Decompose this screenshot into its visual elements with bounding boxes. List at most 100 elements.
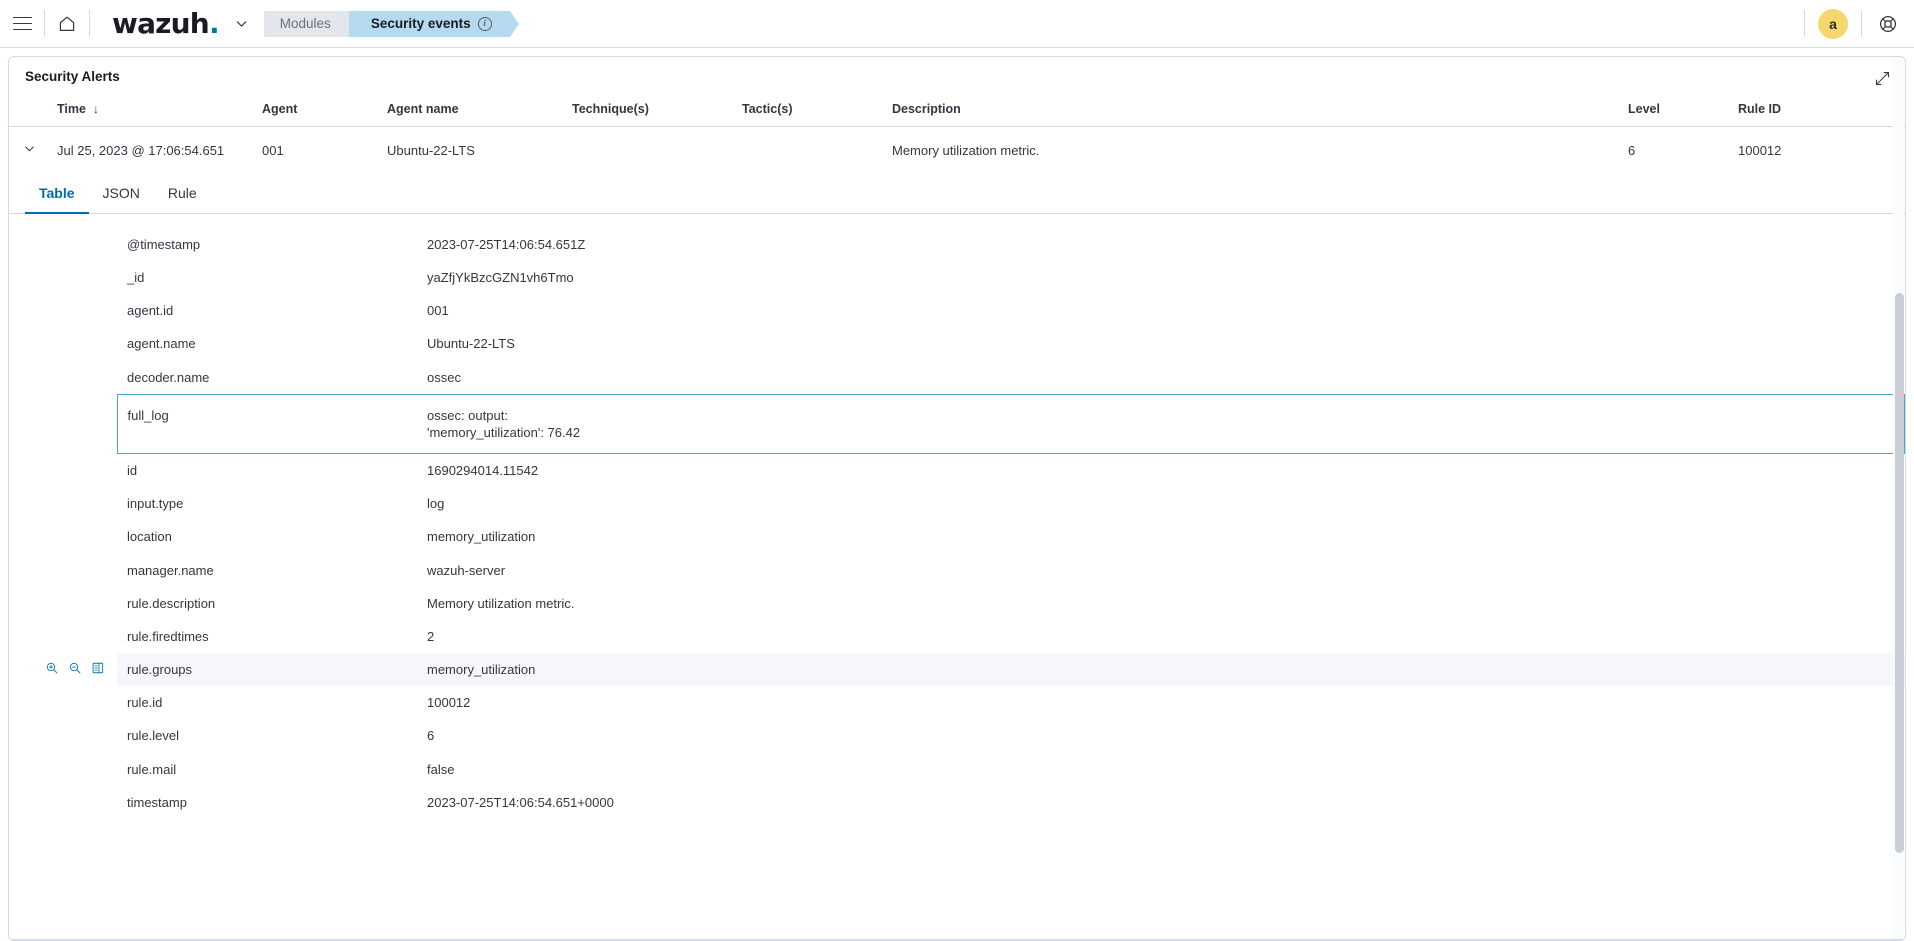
field-row-actions <box>9 719 117 752</box>
field-row[interactable]: rule.description Memory utilization metri… <box>9 587 1905 620</box>
field-row[interactable]: rule.level 6 <box>9 719 1905 752</box>
field-row[interactable]: full_log ossec: output: 'memory_utilizati… <box>9 393 1905 455</box>
field-value-text: yaZfjYkBzcGZN1vh6Tmo <box>427 270 574 286</box>
brand-text: wazuh <box>112 6 210 40</box>
filter-out-value-icon[interactable] <box>68 661 82 675</box>
field-row[interactable]: id 1690294014.11542 <box>9 454 1905 488</box>
cell-agent: 001 <box>262 142 284 158</box>
filter-for-value-icon[interactable] <box>45 661 59 675</box>
table-row[interactable]: Jul 25, 2023 @ 17:06:54.651 001 Ubuntu-2… <box>9 127 1905 174</box>
tab-json[interactable]: JSON <box>89 175 154 214</box>
column-header-rule-id[interactable]: Rule ID <box>1730 94 1905 127</box>
field-row-actions <box>9 261 117 294</box>
column-header-expand <box>9 94 49 127</box>
field-value: log <box>417 487 1905 520</box>
field-value-text: memory_utilization <box>427 529 536 545</box>
cell-tactics <box>734 127 884 174</box>
field-row[interactable]: input.type log <box>9 487 1905 520</box>
field-name: _id <box>127 270 145 286</box>
alerts-table-head: Time ↓ Agent Agent name Technique(s) Tact… <box>9 94 1905 127</box>
breadcrumb-item-modules[interactable]: Modules <box>263 10 358 37</box>
top-navigation-bar: wazuh. Modules Security events i a <box>0 0 1914 48</box>
field-value-text: 1690294014.11542 <box>427 463 539 479</box>
field-value: 2023-07-25T14:06:54.651Z <box>417 228 1905 261</box>
wazuh-logo[interactable]: wazuh. <box>112 6 220 40</box>
breadcrumb-item-security-events[interactable]: Security events i <box>348 10 519 37</box>
tab-table[interactable]: Table <box>25 175 89 214</box>
hamburger-icon <box>12 16 32 31</box>
field-row[interactable]: rule.mail false <box>9 753 1905 786</box>
breadcrumb: Modules Security events i <box>263 0 519 47</box>
expand-panel-button[interactable] <box>1871 67 1893 89</box>
cell-agent-name: Ubuntu-22-LTS <box>387 142 475 158</box>
tab-label: Rule <box>167 185 197 201</box>
column-header-description[interactable]: Description <box>884 94 1620 127</box>
row-expand-toggle[interactable] <box>9 127 49 174</box>
column-header-agent-name[interactable]: Agent name <box>379 94 564 127</box>
home-icon <box>59 16 75 31</box>
tab-label: Table <box>39 185 75 201</box>
user-menu-button[interactable]: a <box>1805 0 1861 47</box>
chevron-down-icon[interactable] <box>233 15 250 32</box>
tab-label: JSON <box>102 185 140 201</box>
column-label: Time <box>57 102 86 116</box>
cell-level: 6 <box>1628 142 1636 158</box>
field-value: 1690294014.11542 <box>417 454 1905 488</box>
field-value: wazuh-server <box>417 554 1905 587</box>
field-name: manager.name <box>127 562 214 578</box>
column-header-agent[interactable]: Agent <box>254 94 379 127</box>
field-name: full_log <box>116 393 417 455</box>
toggle-column-icon[interactable] <box>91 661 105 675</box>
breadcrumb-label: Modules <box>279 16 331 31</box>
field-row-actions <box>9 653 117 686</box>
field-value-text: 2 <box>427 628 435 644</box>
field-row[interactable]: location memory_utilization <box>9 520 1905 553</box>
field-name: rule.id <box>127 695 163 711</box>
field-name: agent.name <box>127 336 196 352</box>
field-name: rule.mail <box>127 761 177 777</box>
field-value-text: 001 <box>427 303 449 319</box>
field-value: Ubuntu-22-LTS <box>417 327 1905 360</box>
detail-tabs: Table JSON Rule <box>9 175 1905 214</box>
cell-rule-id-link[interactable]: 100012 <box>1730 127 1905 174</box>
field-row[interactable]: rule.groups memory_utilization <box>9 653 1905 687</box>
field-row[interactable]: @timestamp 2023-07-25T14:06:54.651Z <box>9 228 1905 261</box>
column-label: Description <box>892 102 961 116</box>
cell-description: Memory utilization metric. <box>892 142 1040 158</box>
field-row[interactable]: agent.id 001 <box>9 294 1905 327</box>
field-row[interactable]: timestamp 2023-07-25T14:06:54.651+0000 <box>9 786 1905 819</box>
field-value-text: ossec <box>427 369 461 385</box>
field-name: id <box>127 463 138 479</box>
document-fields-table: @timestamp 2023-07-25T14:06:54.651Z _id yaZ… <box>9 228 1905 819</box>
field-value-text: 100012 <box>427 695 471 711</box>
tab-rule[interactable]: Rule <box>154 175 211 214</box>
field-row[interactable]: decoder.name ossec <box>9 361 1905 395</box>
field-value-text: 2023-07-25T14:06:54.651Z <box>427 237 586 252</box>
field-row-actions <box>9 361 117 395</box>
column-header-level[interactable]: Level <box>1620 94 1730 127</box>
help-button[interactable] <box>1862 0 1914 47</box>
field-value-text: false <box>427 761 455 777</box>
column-header-tactics[interactable]: Tactic(s) <box>734 94 884 127</box>
info-icon[interactable]: i <box>477 16 492 31</box>
field-row[interactable]: manager.name wazuh-server <box>9 554 1905 587</box>
field-row-actions <box>9 753 117 786</box>
field-value-text: 6 <box>427 728 435 744</box>
field-value: false <box>417 753 1905 786</box>
hamburger-menu-button[interactable] <box>0 0 44 47</box>
field-row-actions <box>9 620 117 653</box>
column-header-time[interactable]: Time ↓ <box>49 94 254 127</box>
field-row[interactable]: agent.name Ubuntu-22-LTS <box>9 327 1905 360</box>
avatar: a <box>1818 8 1848 39</box>
field-row[interactable]: rule.firedtimes 2 <box>9 620 1905 653</box>
home-button[interactable] <box>45 0 89 47</box>
alerts-table-body: Jul 25, 2023 @ 17:06:54.651 001 Ubuntu-2… <box>9 127 1905 174</box>
field-row[interactable]: _id yaZfjYkBzcGZN1vh6Tmo <box>9 261 1905 294</box>
column-label: Rule ID <box>1738 102 1782 116</box>
column-header-techniques[interactable]: Technique(s) <box>564 94 734 127</box>
scrollbar-thumb[interactable] <box>1895 293 1904 853</box>
panel-bottom-divider <box>9 939 1905 940</box>
field-row[interactable]: rule.id 100012 <box>9 686 1905 719</box>
field-name: rule.firedtimes <box>127 628 209 644</box>
field-row-actions <box>9 554 117 587</box>
